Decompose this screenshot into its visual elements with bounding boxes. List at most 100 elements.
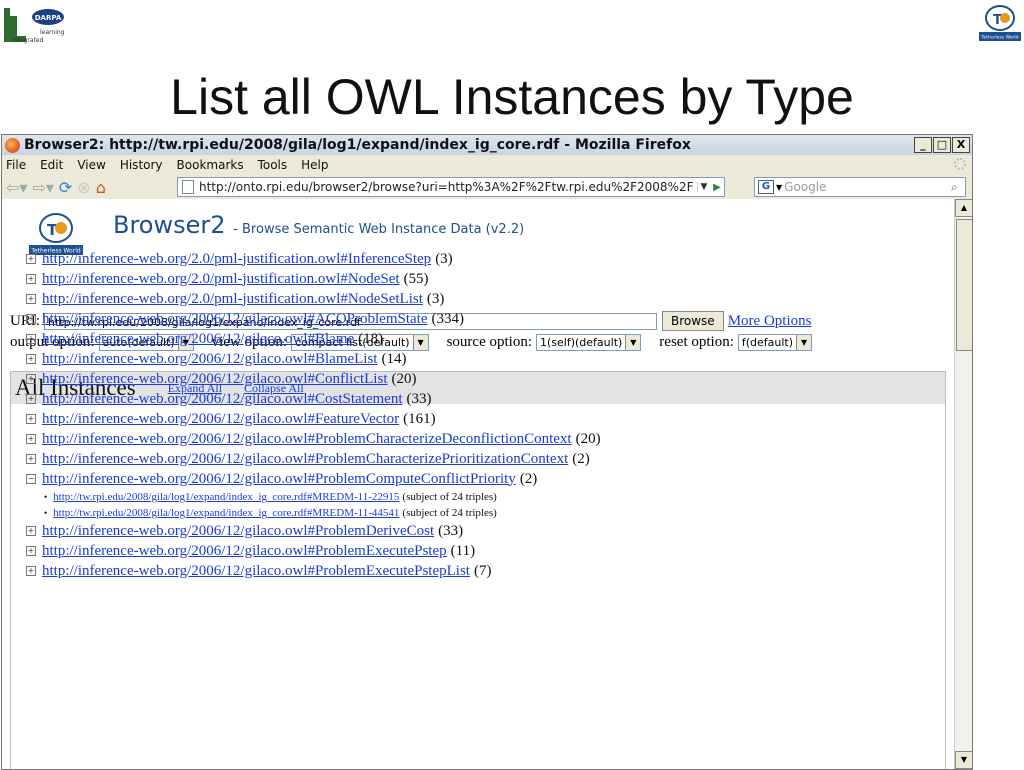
- instance-row: • http://tw.rpi.edu/2008/gila/log1/expand…: [26, 505, 926, 521]
- menu-tools[interactable]: Tools: [258, 158, 288, 172]
- vertical-scrollbar[interactable]: ▲ ▼: [954, 199, 972, 769]
- type-link[interactable]: http://inference-web.org/2006/12/gilaco.…: [42, 391, 402, 408]
- back-icon[interactable]: ⇦▾: [6, 178, 27, 197]
- tetherless-world-logo: T Tetherless World: [979, 5, 1021, 41]
- type-link[interactable]: http://inference-web.org/2006/12/gilaco.…: [42, 351, 377, 368]
- type-link[interactable]: http://inference-web.org/2.0/pml-justifi…: [42, 271, 400, 288]
- type-row: + http://inference-web.org/2006/12/gilaco…: [26, 409, 926, 429]
- type-row: − http://inference-web.org/2006/12/gilaco…: [26, 469, 926, 489]
- type-link[interactable]: http://inference-web.org/2.0/pml-justifi…: [42, 251, 431, 268]
- instance-count: (2): [519, 470, 538, 487]
- expand-icon[interactable]: +: [26, 314, 36, 324]
- app-name: Browser2: [113, 211, 226, 239]
- expand-icon[interactable]: +: [26, 294, 36, 304]
- bullet-icon: •: [44, 508, 48, 518]
- menu-history[interactable]: History: [120, 158, 163, 172]
- stop-icon[interactable]: ⊗: [77, 178, 90, 197]
- darpa-learning-logo: DARPA learning Integrated: [4, 8, 65, 44]
- menu-bookmarks[interactable]: Bookmarks: [177, 158, 244, 172]
- expand-icon[interactable]: +: [26, 566, 36, 576]
- instance-row: • http://tw.rpi.edu/2008/gila/log1/expand…: [26, 489, 926, 505]
- firefox-icon: [5, 137, 20, 153]
- url-bar[interactable]: http://onto.rpi.edu/browser2/browse?uri=…: [177, 177, 725, 197]
- type-link[interactable]: http://inference-web.org/2006/12/gilaco.…: [42, 411, 399, 428]
- instance-count: (3): [426, 290, 445, 307]
- google-engine-icon[interactable]: G: [758, 180, 774, 194]
- instance-note: (subject of 24 triples): [402, 491, 497, 503]
- scroll-down-icon[interactable]: ▼: [955, 751, 972, 769]
- expand-icon[interactable]: +: [26, 454, 36, 464]
- slide-title: List all OWL Instances by Type: [170, 69, 854, 125]
- bullet-icon: •: [44, 492, 48, 502]
- firefox-window: Browser2: http://tw.rpi.edu/2008/gila/lo…: [1, 134, 973, 770]
- maximize-button[interactable]: □: [933, 137, 951, 153]
- type-row: + http://inference-web.org/2006/12/gilaco…: [26, 561, 926, 581]
- instance-count: (7): [473, 562, 492, 579]
- menu-file[interactable]: File: [6, 158, 26, 172]
- type-row: + http://inference-web.org/2.0/pml-justif…: [26, 249, 926, 269]
- go-icon[interactable]: ▶: [710, 182, 724, 193]
- forward-icon[interactable]: ⇨▾: [32, 178, 53, 197]
- type-row: + http://inference-web.org/2006/12/gilaco…: [26, 449, 926, 469]
- collapse-icon[interactable]: −: [26, 474, 36, 484]
- minimize-button[interactable]: _: [914, 137, 932, 153]
- type-link[interactable]: http://inference-web.org/2006/12/gilaco.…: [42, 471, 516, 488]
- type-link[interactable]: http://inference-web.org/2006/12/gilaco.…: [42, 311, 427, 328]
- svg-text:learning: learning: [40, 29, 65, 36]
- scroll-thumb[interactable]: [956, 219, 972, 351]
- engine-dropdown-icon[interactable]: ▼: [776, 183, 782, 192]
- type-link[interactable]: http://inference-web.org/2006/12/gilaco.…: [42, 543, 447, 560]
- app-title: Browser2 - Browse Semantic Web Instance …: [113, 211, 524, 239]
- url-text[interactable]: http://onto.rpi.edu/browser2/browse?uri=…: [199, 180, 697, 194]
- throbber-icon: [954, 158, 966, 170]
- type-row: + http://inference-web.org/2.0/pml-justif…: [26, 289, 926, 309]
- instance-count: (14): [381, 350, 407, 367]
- type-link[interactable]: http://inference-web.org/2006/12/gilaco.…: [42, 523, 434, 540]
- type-row: + http://inference-web.org/2006/12/gilaco…: [26, 541, 926, 561]
- instance-count: (55): [403, 270, 429, 287]
- svg-text:Integrated: Integrated: [12, 37, 44, 44]
- expand-icon[interactable]: +: [26, 354, 36, 364]
- type-link[interactable]: http://inference-web.org/2006/12/gilaco.…: [42, 371, 387, 388]
- search-icon[interactable]: ⌕: [951, 180, 965, 195]
- expand-icon[interactable]: +: [26, 334, 36, 344]
- search-bar[interactable]: G ▼ Google ⌕: [754, 177, 966, 197]
- expand-icon[interactable]: +: [26, 434, 36, 444]
- type-row: + http://inference-web.org/2006/12/gilaco…: [26, 429, 926, 449]
- close-button[interactable]: X: [952, 137, 970, 153]
- expand-icon[interactable]: +: [26, 414, 36, 424]
- instance-count: (161): [403, 410, 436, 427]
- type-row: + http://inference-web.org/2006/12/gilaco…: [26, 369, 926, 389]
- expand-icon[interactable]: +: [26, 546, 36, 556]
- window-titlebar[interactable]: Browser2: http://tw.rpi.edu/2008/gila/lo…: [2, 135, 972, 155]
- app-subtitle: Browse Semantic Web Instance Data (v2.2): [242, 222, 525, 237]
- expand-icon[interactable]: +: [26, 394, 36, 404]
- window-title: Browser2: http://tw.rpi.edu/2008/gila/lo…: [24, 137, 691, 153]
- instance-count: (33): [406, 390, 432, 407]
- expand-icon[interactable]: +: [26, 526, 36, 536]
- instance-link[interactable]: http://tw.rpi.edu/2008/gila/log1/expand/…: [53, 491, 399, 503]
- menu-edit[interactable]: Edit: [40, 158, 63, 172]
- type-row: + http://inference-web.org/2006/12/gilaco…: [26, 521, 926, 541]
- page-content: T Tetherless World Browser2 - Browse Sem…: [2, 199, 954, 769]
- scroll-up-icon[interactable]: ▲: [955, 199, 972, 217]
- instance-link[interactable]: http://tw.rpi.edu/2008/gila/log1/expand/…: [53, 507, 399, 519]
- expand-icon[interactable]: +: [26, 274, 36, 284]
- type-link[interactable]: http://inference-web.org/2006/12/gilaco.…: [42, 431, 572, 448]
- instance-count: (33): [438, 522, 464, 539]
- expand-icon[interactable]: +: [26, 374, 36, 384]
- menu-bar: File Edit View History Bookmarks Tools H…: [2, 155, 972, 175]
- menu-view[interactable]: View: [77, 158, 105, 172]
- reload-icon[interactable]: ⟳: [59, 178, 72, 197]
- type-link[interactable]: http://inference-web.org/2006/12/gilaco.…: [42, 563, 470, 580]
- search-placeholder[interactable]: Google: [784, 180, 951, 194]
- menu-help[interactable]: Help: [301, 158, 328, 172]
- type-link[interactable]: http://inference-web.org/2006/12/gilaco.…: [42, 331, 354, 348]
- type-link[interactable]: http://inference-web.org/2.0/pml-justifi…: [42, 291, 423, 308]
- url-dropdown-icon[interactable]: ▼: [697, 182, 710, 192]
- instance-type-list: + http://inference-web.org/2.0/pml-justif…: [26, 249, 926, 581]
- expand-icon[interactable]: +: [26, 254, 36, 264]
- type-link[interactable]: http://inference-web.org/2006/12/gilaco.…: [42, 451, 568, 468]
- home-icon[interactable]: ⌂: [96, 178, 106, 197]
- type-row: + http://inference-web.org/2006/12/gilaco…: [26, 329, 926, 349]
